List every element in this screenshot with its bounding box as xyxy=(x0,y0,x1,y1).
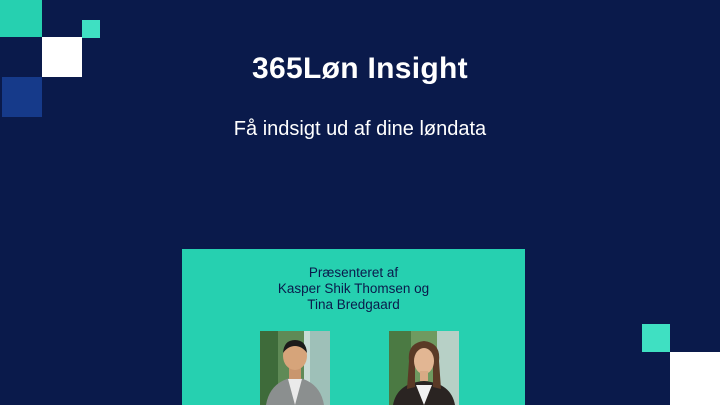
decorative-square-teal-small xyxy=(82,20,100,38)
person-photo-icon xyxy=(260,331,330,405)
person-photo-icon xyxy=(389,331,459,405)
portrait-photo-tina xyxy=(389,331,459,405)
decorative-square-teal-bottom xyxy=(642,324,670,352)
decorative-square-white-bottom xyxy=(670,352,720,405)
presenter-intro: Præsenteret af xyxy=(308,265,399,280)
portrait-photo-kasper xyxy=(260,331,330,405)
decorative-square-teal xyxy=(0,0,42,37)
presenter-text: Præsenteret af Kasper Shik Thomsen og Ti… xyxy=(182,265,525,313)
presenter-panel: Præsenteret af Kasper Shik Thomsen og Ti… xyxy=(182,249,525,405)
slide-title: 365Løn Insight xyxy=(252,52,468,85)
presenter-name-1: Kasper Shik Thomsen og xyxy=(277,281,430,296)
presenter-name-2: Tina Bredgaard xyxy=(307,297,400,312)
slide-subtitle: Få indsigt ud af dine løndata xyxy=(233,118,487,140)
